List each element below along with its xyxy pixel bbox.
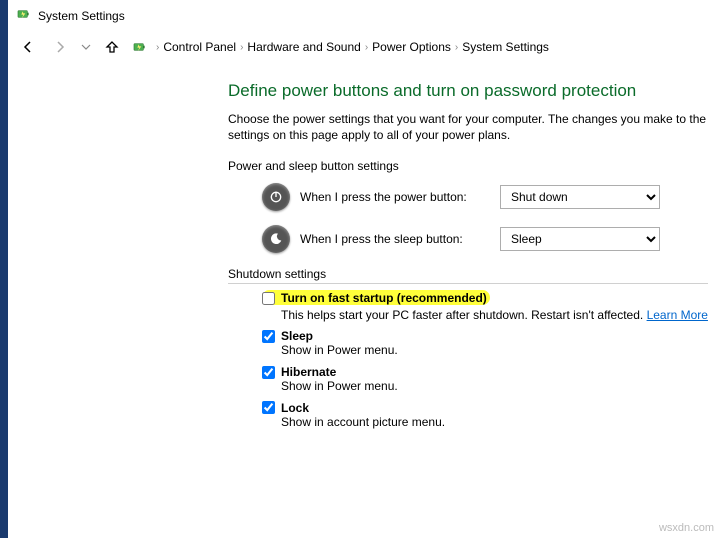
breadcrumb[interactable]: › Control Panel › Hardware and Sound › P… (156, 40, 549, 54)
sleep-icon (262, 225, 290, 253)
breadcrumb-item[interactable]: System Settings (462, 40, 549, 54)
sleep-desc: Show in Power menu. (281, 343, 720, 359)
fast-startup-checkbox[interactable] (262, 292, 275, 305)
hibernate-desc: Show in Power menu. (281, 379, 720, 395)
battery-icon (16, 6, 32, 25)
recent-dropdown-icon[interactable] (80, 35, 92, 59)
breadcrumb-item[interactable]: Power Options (372, 40, 451, 54)
chevron-right-icon: › (455, 42, 458, 53)
section-heading-shutdown: Shutdown settings (228, 267, 708, 284)
watermark: wsxdn.com (659, 522, 714, 534)
page-intro: Choose the power settings that you want … (228, 111, 720, 143)
learn-more-link[interactable]: Learn More (647, 308, 708, 322)
lock-label: Lock (281, 401, 309, 415)
forward-button[interactable] (48, 35, 72, 59)
power-button-label: When I press the power button: (300, 190, 490, 204)
up-button[interactable] (100, 35, 124, 59)
chevron-right-icon: › (156, 42, 159, 53)
back-button[interactable] (16, 35, 40, 59)
fast-startup-label: Turn on fast startup (recommended) (281, 291, 487, 305)
section-heading-buttons: Power and sleep button settings (228, 159, 720, 173)
sleep-checkbox[interactable] (262, 330, 275, 343)
hibernate-checkbox[interactable] (262, 366, 275, 379)
power-icon (262, 183, 290, 211)
breadcrumb-item[interactable]: Control Panel (163, 40, 236, 54)
sleep-label: Sleep (281, 329, 313, 343)
lock-checkbox[interactable] (262, 401, 275, 414)
sleep-button-label: When I press the sleep button: (300, 232, 490, 246)
hibernate-label: Hibernate (281, 365, 336, 379)
lock-desc: Show in account picture menu. (281, 415, 720, 431)
power-button-select[interactable]: Shut down (500, 185, 660, 209)
breadcrumb-item[interactable]: Hardware and Sound (247, 40, 360, 54)
page-title: Define power buttons and turn on passwor… (228, 81, 720, 101)
chevron-right-icon: › (240, 42, 243, 53)
battery-icon (132, 39, 148, 55)
fast-startup-desc: This helps start your PC faster after sh… (281, 308, 647, 322)
chevron-right-icon: › (365, 42, 368, 53)
window-title: System Settings (38, 9, 125, 23)
sleep-button-select[interactable]: Sleep (500, 227, 660, 251)
